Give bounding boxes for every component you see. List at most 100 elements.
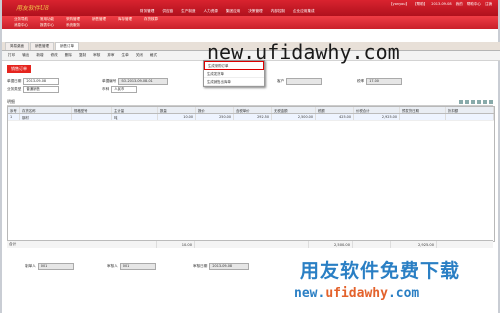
table-row[interactable]: 1 钢材 吨 10.00 250.00 292.50 2,500.00 425.…	[8, 114, 494, 121]
add-row-icon[interactable]	[459, 99, 463, 104]
column-header[interactable]: 规格型号	[72, 107, 112, 113]
sub-menu-item[interactable]: 常用功能	[40, 17, 54, 22]
checker-label: 审核人	[107, 264, 118, 268]
maker-group: 制单人 001	[25, 263, 74, 270]
sub-menu-item[interactable]: 库存管理	[118, 17, 132, 22]
generate-button[interactable]: 生单	[122, 53, 129, 58]
column-header[interactable]: 价税合计	[354, 107, 400, 113]
top-link[interactable]: 【yonyou】	[389, 2, 409, 6]
totals-qty: 10.00	[157, 241, 195, 248]
sub-menu-item[interactable]: 消息中心	[14, 23, 28, 28]
menu-item[interactable]: 人力资源	[204, 9, 218, 14]
tax-label: 税率	[357, 79, 365, 83]
sub-menu-item[interactable]: 报表中心	[40, 23, 54, 28]
cell[interactable]: 2,925.00	[354, 114, 400, 120]
unaudit-button[interactable]: 弃审	[107, 53, 114, 58]
column-header[interactable]: 存货名称	[20, 107, 72, 113]
menu-item[interactable]: 生产制造	[181, 9, 195, 14]
column-header[interactable]: 数量	[158, 107, 196, 113]
top-link[interactable]: 注销	[485, 2, 492, 6]
column-header[interactable]: 税额	[316, 107, 354, 113]
top-link[interactable]: 【帮助】	[413, 2, 427, 6]
totals-spacer	[195, 241, 309, 248]
column-header[interactable]: 报价	[196, 107, 234, 113]
cell[interactable]	[446, 114, 494, 120]
menu-item[interactable]: 内部控制	[271, 9, 285, 14]
cell[interactable]	[400, 114, 446, 120]
sub-menu-item[interactable]: 销售管理	[92, 17, 106, 22]
format-button[interactable]: 格式	[150, 53, 157, 58]
cell[interactable]: 吨	[112, 114, 158, 120]
dropdown-item[interactable]: 生成采购订单	[204, 61, 264, 70]
watermark-bottom-title: 用友软件免费下载	[300, 260, 461, 282]
edit-button[interactable]: 修改	[51, 53, 58, 58]
detail-grid: 序号 存货名称 规格型号 主计量 数量 报价 含税单价 无税金额 税额 价税合计…	[7, 106, 495, 242]
sub-menu-item[interactable]: 采购管理	[66, 17, 80, 22]
cell[interactable]: 425.00	[316, 114, 354, 120]
column-header[interactable]: 含税单价	[234, 107, 272, 113]
print-button[interactable]: 打印	[8, 53, 15, 58]
tab-sales-order[interactable]: 销售订单	[55, 42, 79, 50]
cell[interactable]: 292.50	[234, 114, 272, 120]
column-header[interactable]: 无税金额	[272, 107, 316, 113]
cell[interactable]	[72, 114, 112, 120]
currency-label: 币种	[102, 87, 110, 91]
add-button[interactable]: 新增	[36, 53, 43, 58]
totals-spacer	[353, 241, 391, 248]
column-header[interactable]: 序号	[8, 107, 20, 113]
sub-menu-item[interactable]: 系统服务	[66, 23, 80, 28]
audit-button[interactable]: 审核	[93, 53, 100, 58]
close-button[interactable]: 关闭	[136, 53, 143, 58]
cell[interactable]: 250.00	[196, 114, 234, 120]
settings-icon[interactable]	[489, 99, 493, 104]
delete-button[interactable]: 删除	[65, 53, 72, 58]
watermark-url-part: .com	[387, 286, 420, 301]
type-label: 业务类型	[7, 87, 22, 91]
sub-menu-item[interactable]: 业务导航	[14, 17, 28, 22]
cell[interactable]: 钢材	[20, 114, 72, 120]
sort-icon[interactable]	[483, 99, 487, 104]
audit-date-label: 审核日期	[193, 264, 208, 268]
export-button[interactable]: 输出	[22, 53, 29, 58]
delete-row-icon[interactable]	[465, 99, 469, 104]
main-menu: 财务管理 供应链 生产制造 人力资源 集团应用 决策管理 内部控制 企业应用集成	[140, 9, 315, 14]
totals-label: 合计	[7, 241, 157, 248]
checker-group: 审核人 001	[107, 263, 156, 270]
cell[interactable]: 10.00	[158, 114, 196, 120]
totals-row: 合计 10.00 2,500.00 2,925.00	[7, 240, 493, 248]
date-field-group: 单据日期 2013-09-08	[7, 78, 60, 85]
tab-desktop[interactable]: 简易桌面	[5, 42, 29, 50]
grid-header-row: 序号 存货名称 规格型号 主计量 数量 报价 含税单价 无税金额 税额 价税合计…	[8, 107, 494, 114]
menu-item[interactable]: 财务管理	[140, 9, 154, 14]
column-header[interactable]: 折扣额	[446, 107, 494, 113]
billno-field[interactable]: SO-2013-09-08-01	[118, 78, 169, 85]
top-link[interactable]: 帮助中心	[467, 2, 481, 6]
filter-icon[interactable]	[477, 99, 481, 104]
currency-field-group: 币种 人民币	[102, 86, 138, 93]
top-link[interactable]: 我的	[456, 2, 463, 6]
copy-row-icon[interactable]	[471, 99, 475, 104]
top-bar: 用友软件U8 【yonyou】 【帮助】 2013-09-08 我的 帮助中心 …	[2, 0, 498, 16]
totals-total: 2,925.00	[391, 241, 437, 248]
menu-item[interactable]: 企业应用集成	[293, 9, 315, 14]
sub-menu-item[interactable]: 存货核算	[144, 17, 158, 22]
grid-label: 明细	[7, 98, 15, 104]
type-field-group: 业务类型 普通销售	[7, 86, 60, 93]
customer-field-group: 客户	[277, 78, 323, 85]
type-field[interactable]: 普通销售	[23, 86, 60, 93]
column-header[interactable]: 预发货日期	[400, 107, 446, 113]
watermark-url-part: ufidawhy	[325, 286, 388, 301]
menu-item[interactable]: 决策管理	[248, 9, 262, 14]
menu-item[interactable]: 供应链	[162, 9, 173, 14]
dropdown-item[interactable]: 生成发货单	[204, 70, 264, 78]
currency-field[interactable]: 人民币	[111, 86, 138, 93]
cell[interactable]: 2,500.00	[272, 114, 316, 120]
customer-field[interactable]	[286, 78, 323, 85]
menu-item[interactable]: 集团应用	[226, 9, 240, 14]
date-field[interactable]: 2013-09-08	[23, 78, 60, 85]
column-header[interactable]: 主计量	[112, 107, 158, 113]
tax-field[interactable]: 17.00	[366, 78, 403, 85]
cell: 1	[8, 114, 20, 120]
tab-sales[interactable]: 销售管理	[30, 42, 54, 50]
copy-button[interactable]: 复制	[79, 53, 86, 58]
